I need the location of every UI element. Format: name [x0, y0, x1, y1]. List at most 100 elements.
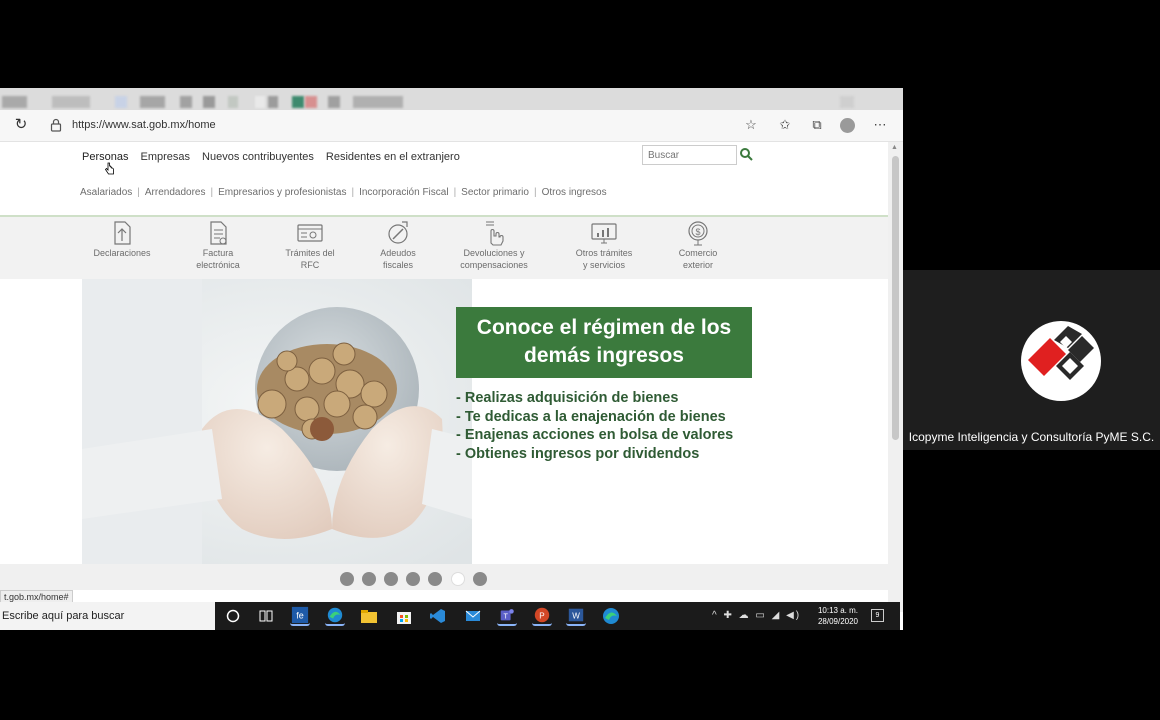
carousel-pager [0, 564, 888, 590]
subnav-asalariados[interactable]: Asalariados [80, 187, 137, 198]
service-tramites-rfc[interactable]: Trámites del RFC [260, 219, 360, 271]
subnav-arrendadores[interactable]: Arrendadores [145, 187, 211, 198]
more-options-icon[interactable]: ⋯ [871, 116, 889, 134]
edge-browser-2-icon[interactable] [601, 606, 621, 626]
file-explorer-icon[interactable] [359, 606, 379, 626]
favorites-list-icon[interactable]: ✩ [776, 116, 794, 134]
subnav-empresarios[interactable]: Empresarios y profesionistas [218, 187, 351, 198]
service-label-2: RFC [300, 260, 320, 270]
service-devoluciones[interactable]: Devoluciones y compensaciones [444, 219, 544, 271]
service-label-1: Adeudos [380, 248, 416, 258]
notification-center-icon[interactable]: 9 [871, 609, 884, 622]
separator: | [137, 187, 140, 198]
subnav-incorporacion-fiscal[interactable]: Incorporación Fiscal [359, 187, 453, 198]
word-icon[interactable]: W [566, 606, 586, 626]
separator: | [351, 187, 355, 198]
devoluciones-icon [486, 221, 504, 246]
list-item: - Enajenas acciones en bolsa de valores [456, 427, 734, 443]
service-otros-tramites[interactable]: Otros trámites y servicios [554, 219, 654, 271]
address-bar: ↻ https://www.sat.gob.mx/home ☆ ✩ ⧉ ⋯ [0, 110, 903, 142]
vscode-icon[interactable] [428, 606, 448, 626]
factura-icon [210, 221, 227, 245]
carousel-dot-5[interactable] [428, 572, 442, 586]
store-icon[interactable] [394, 606, 414, 626]
site-search-input[interactable] [642, 145, 737, 165]
task-view-icon[interactable] [256, 606, 276, 626]
participant-name: Icopyme Inteligencia y Consultoría PyME … [908, 430, 1155, 444]
service-declaraciones[interactable]: Declaraciones [72, 219, 172, 259]
carousel-dot-7[interactable] [473, 572, 487, 586]
hero-banner[interactable]: Conoce el régimen de los demás ingresos … [82, 279, 888, 564]
secondary-nav: Asalariados | Arrendadores | Empresarios y… [80, 187, 612, 198]
svg-text:fe: fe [296, 611, 304, 621]
declaraciones-icon [114, 221, 131, 245]
separator: | [453, 187, 457, 198]
notification-count: 9 [875, 612, 880, 619]
search-icon[interactable] [739, 147, 753, 161]
carousel-dot-2[interactable] [362, 572, 376, 586]
powerpoint-icon[interactable]: P [532, 606, 552, 626]
tab-strip[interactable] [0, 88, 903, 110]
carousel-dot-3[interactable] [384, 572, 398, 586]
carousel-dot-6[interactable] [451, 572, 465, 586]
windows-taskbar: Escribe aquí para buscar fe T P W ^ ✚ ☁ … [0, 602, 900, 630]
subnav-sector-primario[interactable]: Sector primario [461, 187, 534, 198]
system-tray-icons[interactable]: ^ ✚ ☁ ▭ ◢ ◀) [712, 610, 801, 621]
collections-icon[interactable]: ⧉ [808, 116, 826, 134]
favorite-star-icon[interactable]: ☆ [742, 116, 760, 134]
scroll-up-icon[interactable]: ▲ [891, 144, 898, 151]
lock-icon [50, 118, 62, 132]
icopyme-logo [1021, 321, 1101, 401]
mouse-cursor-icon [105, 162, 114, 175]
edge-browser-icon[interactable] [325, 606, 345, 626]
separator: | [210, 187, 214, 198]
taskbar-search-box[interactable]: Escribe aquí para buscar [0, 602, 215, 630]
url-text[interactable]: https://www.sat.gob.mx/home [72, 119, 216, 131]
page-scrollbar[interactable]: ▲ ▼ [888, 142, 903, 612]
banner-title-line-1: Conoce el régimen de los [476, 316, 732, 339]
carousel-dot-4[interactable] [406, 572, 420, 586]
mail-icon[interactable] [463, 606, 483, 626]
service-label: Declaraciones [93, 248, 151, 258]
cortana-icon[interactable] [223, 606, 243, 626]
hands-with-coins-image [82, 279, 472, 564]
service-adeudos[interactable]: Adeudos fiscales [348, 219, 448, 271]
separator: | [533, 187, 537, 198]
nav-empresas[interactable]: Empresas [140, 151, 190, 163]
screen: ↻ https://www.sat.gob.mx/home ☆ ✩ ⧉ ⋯ Pe… [0, 0, 1160, 720]
reload-icon[interactable]: ↻ [13, 117, 29, 133]
list-item: - Te dedicas a la enajenación de bienes [456, 408, 726, 425]
scrollbar-thumb[interactable] [892, 156, 899, 440]
service-label-2: y servicios [582, 260, 625, 270]
service-label-1: Comercio [678, 248, 718, 258]
teams-icon[interactable]: T [497, 606, 517, 626]
web-page: Personas Empresas Nuevos contribuyentes … [0, 142, 888, 612]
list-item: - Realizas adquisición de bienes [456, 390, 679, 406]
primary-nav: Personas Empresas Nuevos contribuyentes … [82, 151, 460, 163]
service-label-1: Factura [202, 248, 234, 258]
list-item: - Obtienes ingresos por dividendos [456, 445, 700, 462]
service-label-1: Trámites del [285, 248, 335, 258]
svg-text:T: T [503, 612, 508, 621]
clock-time: 10:13 a. m. [817, 606, 859, 615]
fe-app-icon[interactable]: fe [290, 606, 310, 626]
service-comercio-exterior[interactable]: $ Comercio exterior [648, 219, 748, 271]
browser-window: ↻ https://www.sat.gob.mx/home ☆ ✩ ⧉ ⋯ Pe… [0, 88, 903, 630]
taskbar-clock[interactable]: 10:13 a. m. 28/09/2020 [812, 605, 864, 627]
profile-avatar[interactable] [840, 118, 855, 133]
services-bar: Declaraciones Factura electrónica Trámit… [0, 217, 888, 279]
rfc-icon [297, 224, 323, 242]
banner-title-line-2: demás ingresos [524, 344, 684, 367]
carousel-dot-1[interactable] [340, 572, 354, 586]
nav-nuevos-contribuyentes[interactable]: Nuevos contribuyentes [202, 151, 314, 163]
clock-date: 28/09/2020 [817, 617, 859, 626]
svg-text:W: W [572, 612, 580, 621]
subnav-otros-ingresos[interactable]: Otros ingresos [542, 187, 612, 198]
service-label-2: fiscales [382, 260, 413, 270]
service-label-2: compensaciones [460, 260, 528, 270]
service-label-1: Otros trámites [575, 248, 633, 258]
participant-tile: Icopyme Inteligencia y Consultoría PyME … [903, 270, 1160, 450]
service-label-1: Devoluciones y [463, 248, 525, 258]
nav-residentes-extranjero[interactable]: Residentes en el extranjero [326, 151, 460, 163]
service-factura[interactable]: Factura electrónica [168, 219, 268, 271]
